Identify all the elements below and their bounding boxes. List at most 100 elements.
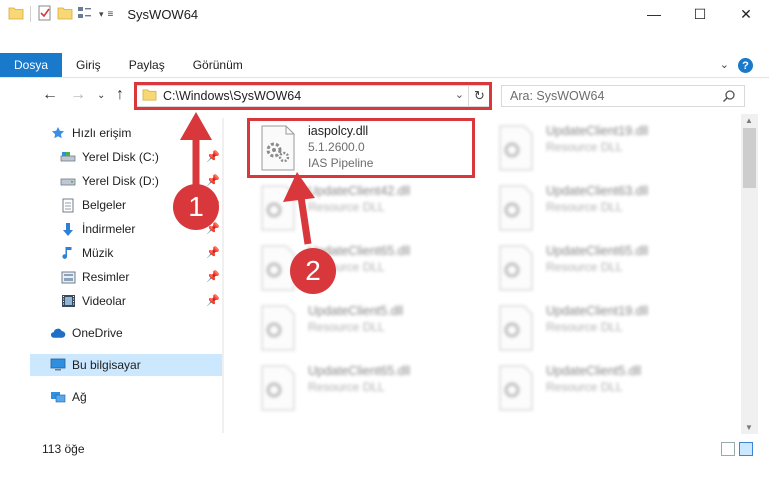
file-tile[interactable]: UpdateClient65.dll Resource DLL [250,240,480,298]
status-bar: 113 öğe [0,438,769,460]
file-tile[interactable]: UpdateClient5.dll Resource DLL [250,300,480,358]
cloud-icon [50,325,66,341]
tab-gorunum[interactable]: Görünüm [179,53,257,77]
ribbon-divider [0,77,769,78]
tab-dosya[interactable]: Dosya [0,53,63,77]
details-view-button[interactable] [721,442,735,456]
toolbar-separator [30,6,31,22]
properties-icon[interactable] [37,5,53,24]
file-list-scrollbar[interactable]: ▲ ▼ [741,114,758,434]
navigation-pane-scrollbar[interactable] [222,118,224,433]
recent-locations-icon[interactable]: ⌄ [97,90,105,101]
file-tile[interactable]: UpdateClient5.dll Resource DLL [488,360,718,418]
file-tile[interactable]: UpdateClient19.dll Resource DLL [488,300,718,358]
star-icon [50,125,66,141]
dll-file-icon [496,124,538,174]
file-name: UpdateClient65.dll [308,364,411,378]
expand-ribbon-icon[interactable]: ⌄ [720,58,729,71]
step-badge-1: 1 [173,184,219,230]
dll-file-icon [496,184,538,234]
sidebar-item-label: Videolar [82,294,126,308]
search-placeholder: Ara: SysWOW64 [510,89,605,103]
dll-file-icon [258,184,300,234]
sidebar-item-label: İndirmeler [82,222,136,236]
drive-icon [60,149,76,165]
tab-paylas[interactable]: Paylaş [115,53,179,77]
computer-icon [50,357,66,373]
sidebar-item-this-pc[interactable]: Bu bilgisayar [30,354,224,376]
file-name: UpdateClient65.dll [546,244,649,258]
file-description: Resource DLL [546,140,623,154]
navigation-pane: Hızlı erişim Yerel Disk (C:) 📌 Yerel Dis… [30,120,224,430]
dll-file-icon [258,364,300,414]
close-button[interactable]: ✕ [723,0,769,28]
video-icon [60,293,76,309]
sidebar-item-label: Resimler [82,270,130,284]
network-icon [50,389,66,405]
dll-file-icon [258,304,300,354]
pin-icon: 📌 [206,247,220,259]
scrollbar-thumb[interactable] [743,128,756,188]
file-name: UpdateClient5.dll [546,364,642,378]
view-menu-icon[interactable] [77,6,95,23]
file-tile[interactable]: UpdateClient65.dll Resource DLL [250,360,480,418]
sidebar-item-network[interactable]: Ağ [30,386,224,408]
window-title: SysWOW64 [127,6,199,22]
sidebar-item-pictures[interactable]: Resimler 📌 [30,266,224,288]
sidebar-item-quick-access[interactable]: Hızlı erişim [30,122,224,144]
help-button[interactable]: ? [738,58,753,73]
customize-qat-icon[interactable]: ≡ [108,9,114,20]
sidebar-item-label: OneDrive [72,326,123,340]
file-description: Resource DLL [546,260,623,274]
dll-file-icon [496,364,538,414]
minimize-button[interactable]: — [631,0,677,28]
item-count: 113 öğe [42,442,85,456]
pin-icon: 📌 [206,151,220,163]
file-tile[interactable]: UpdateClient42.dll Resource DLL [250,180,480,238]
dll-file-icon [496,244,538,294]
scroll-down-icon[interactable]: ▼ [745,423,753,432]
step-badge-2: 2 [290,248,336,294]
folder-icon[interactable] [8,6,24,23]
download-icon [60,221,76,237]
search-input[interactable]: Ara: SysWOW64 [501,85,745,107]
pin-icon: 📌 [206,271,220,283]
file-description: Resource DLL [308,320,385,334]
sidebar-item-label: Bu bilgisayar [72,358,141,372]
scroll-up-icon[interactable]: ▲ [745,116,753,125]
window-controls: — ☐ ✕ [631,0,769,28]
document-icon [60,197,76,213]
title-bar: ▾ ≡ SysWOW64 — ☐ ✕ [0,0,769,28]
file-description: Resource DLL [308,200,385,214]
quick-access-toolbar: ▾ ≡ [0,5,113,24]
file-name: UpdateClient5.dll [308,304,404,318]
sidebar-item-videos[interactable]: Videolar 📌 [30,290,224,312]
forward-arrow-icon[interactable]: → [70,86,86,104]
file-tile[interactable]: UpdateClient63.dll Resource DLL [488,180,718,238]
large-icons-view-button[interactable] [739,442,753,456]
pictures-icon [60,269,76,285]
address-bar-highlight [134,82,492,110]
search-icon [722,89,736,106]
file-description: Resource DLL [546,320,623,334]
file-description: Resource DLL [308,380,385,394]
file-tile[interactable]: UpdateClient19.dll Resource DLL [488,120,718,178]
file-description: Resource DLL [546,200,623,214]
tab-giris[interactable]: Giriş [62,53,115,77]
back-arrow-icon[interactable]: ← [42,86,58,104]
maximize-button[interactable]: ☐ [677,0,723,28]
new-folder-icon[interactable] [57,6,73,23]
sidebar-item-local-disk-c[interactable]: Yerel Disk (C:) 📌 [30,146,224,168]
sidebar-item-music[interactable]: Müzik 📌 [30,242,224,264]
up-arrow-icon[interactable]: ↑ [116,86,124,104]
sidebar-item-onedrive[interactable]: OneDrive [30,322,224,344]
sidebar-item-label: Hızlı erişim [72,126,132,140]
file-name: UpdateClient63.dll [546,184,649,198]
file-highlight [247,118,475,178]
file-tile[interactable]: UpdateClient65.dll Resource DLL [488,240,718,298]
file-name: UpdateClient19.dll [546,304,649,318]
qat-dropdown-icon[interactable]: ▾ [99,9,104,20]
file-description: Resource DLL [546,380,623,394]
dll-file-icon [496,304,538,354]
sidebar-item-label: Ağ [72,390,87,404]
